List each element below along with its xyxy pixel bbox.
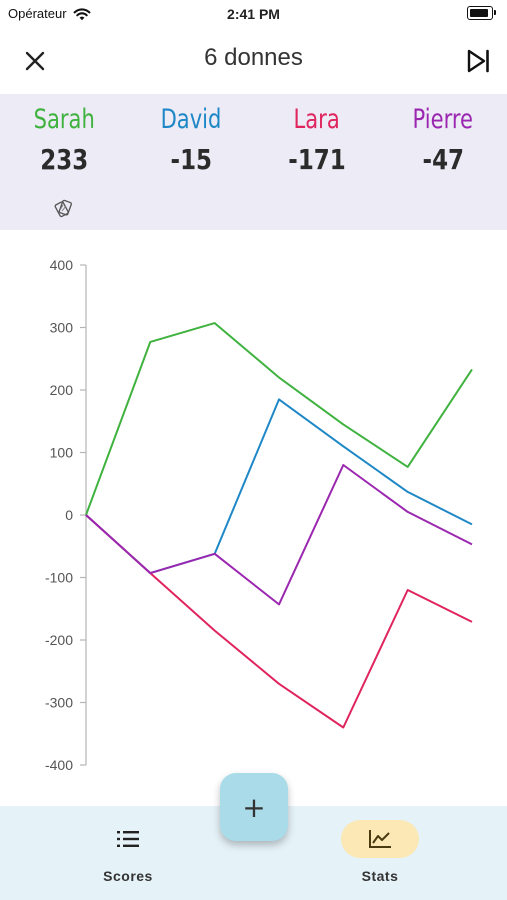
player-name: Sarah (33, 104, 95, 135)
player-score: -171 (288, 143, 346, 176)
player-name: David (160, 104, 222, 135)
clock: 2:41 PM (227, 6, 280, 22)
tab-label: Scores (103, 868, 153, 884)
player-david: David -15 (128, 104, 254, 176)
plus-icon: + (242, 790, 266, 824)
players-panel: Sarah 233 David -15 Lara -171 Pierre -47 (0, 94, 507, 230)
tab-scores[interactable]: Scores (68, 820, 188, 884)
y-tick-label: -300 (45, 695, 73, 711)
y-tick-label: 400 (50, 257, 74, 273)
line-chart-icon (369, 830, 391, 848)
y-tick-label: 100 (50, 445, 74, 461)
score-chart: 400 300 200 100 0 -100 -200 -300 -400 (45, 257, 473, 773)
tab-stats[interactable]: Stats (320, 820, 440, 884)
y-tick-label: -100 (45, 570, 73, 586)
tab-label: Stats (361, 868, 399, 884)
player-score: -15 (170, 143, 212, 176)
y-tick-label: -200 (45, 632, 73, 648)
player-name: Pierre (412, 104, 474, 135)
chart-series (85, 322, 473, 729)
series-line-lara (85, 514, 473, 729)
y-tick-label: 200 (50, 382, 74, 398)
add-round-button[interactable]: + (220, 773, 288, 841)
player-score: 233 (40, 143, 88, 176)
nav-header: 6 donnes (0, 30, 507, 94)
player-score: -47 (422, 143, 464, 176)
status-bar: Opérateur 2:41 PM (0, 0, 507, 30)
dealer-cards-icon (54, 199, 72, 218)
player-lara: Lara -171 (254, 104, 380, 176)
list-icon (117, 831, 139, 847)
y-tick-label: -400 (45, 757, 73, 773)
y-axis: 400 300 200 100 0 -100 -200 -300 -400 (45, 257, 87, 773)
series-line-david (85, 398, 473, 575)
page-title: 6 donnes (204, 44, 303, 71)
series-line-sarah (85, 322, 473, 516)
player-pierre: Pierre -47 (380, 104, 506, 176)
y-tick-label: 300 (50, 320, 74, 336)
series-line-pierre (85, 464, 473, 606)
skip-to-end-button[interactable] (463, 46, 493, 76)
player-name: Lara (293, 104, 341, 135)
battery-icon (467, 6, 496, 20)
skip-forward-icon (467, 49, 489, 73)
player-sarah: Sarah 233 (1, 104, 127, 176)
y-tick-label: 0 (65, 507, 73, 523)
